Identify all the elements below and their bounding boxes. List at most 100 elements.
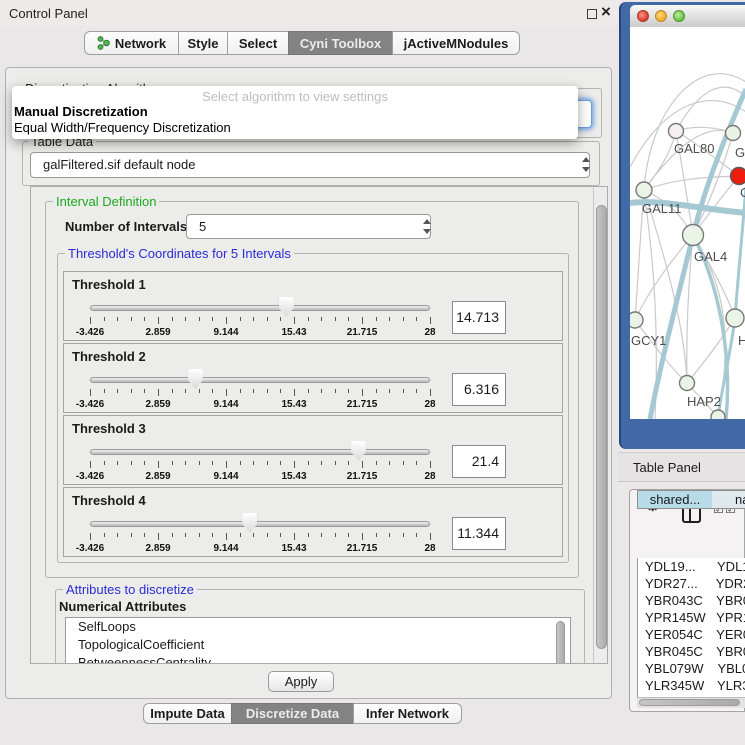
algorithm-dropdown-popup: Select algorithm to view settings Manual… [12, 86, 578, 139]
scrollpane-scrollbar-thumb[interactable] [596, 205, 607, 649]
control-panel-titlebar: Control Panel × [0, 0, 618, 26]
attributes-list-scrollbar[interactable] [556, 621, 565, 664]
interval-definition-title: Interval Definition [53, 195, 159, 208]
table-row[interactable]: YBR045CYBR0 [638, 643, 745, 660]
table-panel-title: Table Panel [633, 460, 701, 475]
threshold-label: Threshold 3 [72, 421, 146, 436]
table-panel-header: Table Panel [618, 452, 745, 482]
node-label: HAP2 [687, 394, 721, 409]
close-traffic-light[interactable] [637, 10, 649, 22]
table-row[interactable]: YBR043CYBR0 [638, 592, 745, 609]
table-data-select[interactable]: galFiltered.sif default node [30, 152, 590, 178]
attributes-list: SelfLoopsTopologicalCoefficientBetweenne… [65, 617, 571, 664]
screen: Control Panel × Network Style Select Cyn… [0, 0, 745, 745]
table-cell: YBR043C [638, 592, 709, 609]
network-window-frame: GAL80 GAL11 GAL4 GCY1 HAP2 H GA C [619, 2, 745, 449]
network-icon [97, 36, 110, 50]
numerical-attributes-label: Numerical Attributes [59, 599, 186, 614]
threshold-value-field[interactable]: 6.316 [452, 373, 506, 406]
table-row[interactable]: YDR27...YDR2 [638, 575, 745, 592]
tab-jactivemnodules[interactable]: jActiveMNodules [392, 31, 520, 55]
tab-select[interactable]: Select [227, 31, 289, 55]
table-cell: YBL079W [638, 660, 710, 677]
algorithm-placeholder-option[interactable]: Select algorithm to view settings [12, 89, 578, 104]
threshold-slider-thumb[interactable] [188, 369, 203, 389]
threshold-slider-thumb[interactable] [279, 297, 294, 317]
tab-style[interactable]: Style [178, 31, 228, 55]
apply-button[interactable]: Apply [268, 671, 334, 692]
network-graph: GAL80 GAL11 GAL4 GCY1 HAP2 H GA C [630, 27, 745, 419]
scrollpane-scrollbar-track[interactable] [593, 187, 608, 664]
table-cell: YER0 [709, 626, 745, 643]
table-cell: YPR145W [638, 609, 709, 626]
network-node-hap2[interactable] [680, 376, 695, 391]
table-cell: YLR345W [638, 677, 710, 694]
node-label: H [738, 333, 745, 348]
network-node-gal11[interactable] [636, 182, 652, 198]
threshold-label: Threshold 2 [72, 349, 146, 364]
threshold-slider-track[interactable] [90, 521, 430, 527]
table-row[interactable]: YLR345WYLR3 [638, 677, 745, 694]
maximize-traffic-light[interactable] [673, 10, 685, 22]
table-row[interactable]: YPR145WYPR1 [638, 609, 745, 626]
tab-impute-data[interactable]: Impute Data [143, 703, 232, 724]
threshold-slider-thumb[interactable] [242, 513, 257, 533]
tab-infer-network[interactable]: Infer Network [353, 703, 462, 724]
table-cell: YLR3 [710, 677, 745, 694]
table-row[interactable]: YDL19...YDL1 [638, 558, 745, 575]
tab-discretize-data[interactable]: Discretize Data [231, 703, 354, 724]
tab-cyni-toolbox[interactable]: Cyni Toolbox [288, 31, 393, 55]
num-intervals-select[interactable]: 5 [186, 214, 431, 239]
table-hscrollbar-thumb[interactable] [639, 699, 740, 706]
threshold-label: Threshold 4 [72, 493, 146, 508]
table-cell: YBR045C [638, 643, 709, 660]
threshold-label: Threshold 1 [72, 277, 146, 292]
table-hscrollbar-track[interactable] [637, 697, 745, 708]
algorithm-option-manual[interactable]: Manual Discretization [14, 104, 148, 119]
network-canvas[interactable]: GAL80 GAL11 GAL4 GCY1 HAP2 H GA C [630, 27, 745, 419]
table-data-selected-value: galFiltered.sif default node [43, 153, 195, 177]
column-header-name[interactable]: na [712, 490, 745, 509]
network-node-gal4[interactable] [683, 225, 704, 246]
minimize-traffic-light[interactable] [655, 10, 667, 22]
network-node[interactable] [711, 410, 725, 419]
threshold-slider-thumb[interactable] [351, 441, 366, 461]
float-window-icon[interactable] [587, 9, 597, 19]
control-panel-title: Control Panel [9, 6, 88, 21]
table-cell: YDR27... [638, 575, 709, 592]
table-cell: YBL0 [710, 660, 745, 677]
close-icon[interactable]: × [601, 2, 611, 22]
node-label: C [740, 185, 745, 200]
threshold-value-field[interactable]: 21.4 [452, 445, 506, 478]
threshold-value-field[interactable]: 14.713 [452, 301, 506, 334]
algorithm-option-equal-width[interactable]: Equal Width/Frequency Discretization [14, 120, 231, 135]
threshold-panel: Threshold 2 -3.4262.8599.14415.4321.7152… [63, 343, 563, 413]
attribute-item[interactable]: BetweennessCentrality [66, 654, 570, 664]
column-header-shared-name[interactable]: shared... [637, 490, 713, 509]
threshold-slider-track[interactable] [90, 449, 430, 455]
threshold-slider-track[interactable] [90, 377, 430, 383]
thresholds-panels: Threshold 1 -3.4262.8599.14415.4321.7152… [57, 253, 569, 563]
network-node-h[interactable] [726, 309, 744, 327]
network-node-gcy1[interactable] [630, 312, 643, 328]
tab-network[interactable]: Network [84, 31, 179, 55]
network-node[interactable] [726, 126, 741, 141]
network-window-titlebar[interactable] [630, 5, 745, 28]
node-label: GAL11 [642, 201, 682, 216]
control-panel-tabbar: Network Style Select Cyni Toolbox jActiv… [84, 31, 520, 55]
network-node-gal80[interactable] [669, 124, 684, 139]
node-label: GAL80 [674, 141, 714, 156]
attribute-item[interactable]: TopologicalCoefficient [66, 636, 570, 654]
network-node-highlighted[interactable] [731, 168, 745, 185]
table-row[interactable]: YBL079WYBL0 [638, 660, 745, 677]
attribute-item[interactable]: SelfLoops [66, 618, 570, 636]
bottom-tabbar: Impute Data Discretize Data Infer Networ… [143, 703, 462, 724]
table-cell: YPR1 [709, 609, 745, 626]
table-cell: YDL1 [710, 558, 745, 575]
threshold-value-field[interactable]: 11.344 [452, 517, 506, 550]
node-label: GA [735, 145, 745, 160]
node-label: GAL4 [694, 249, 727, 264]
threshold-slider-track[interactable] [90, 305, 430, 311]
table-cell: YBR0 [709, 592, 745, 609]
table-row[interactable]: YER054CYER0 [638, 626, 745, 643]
